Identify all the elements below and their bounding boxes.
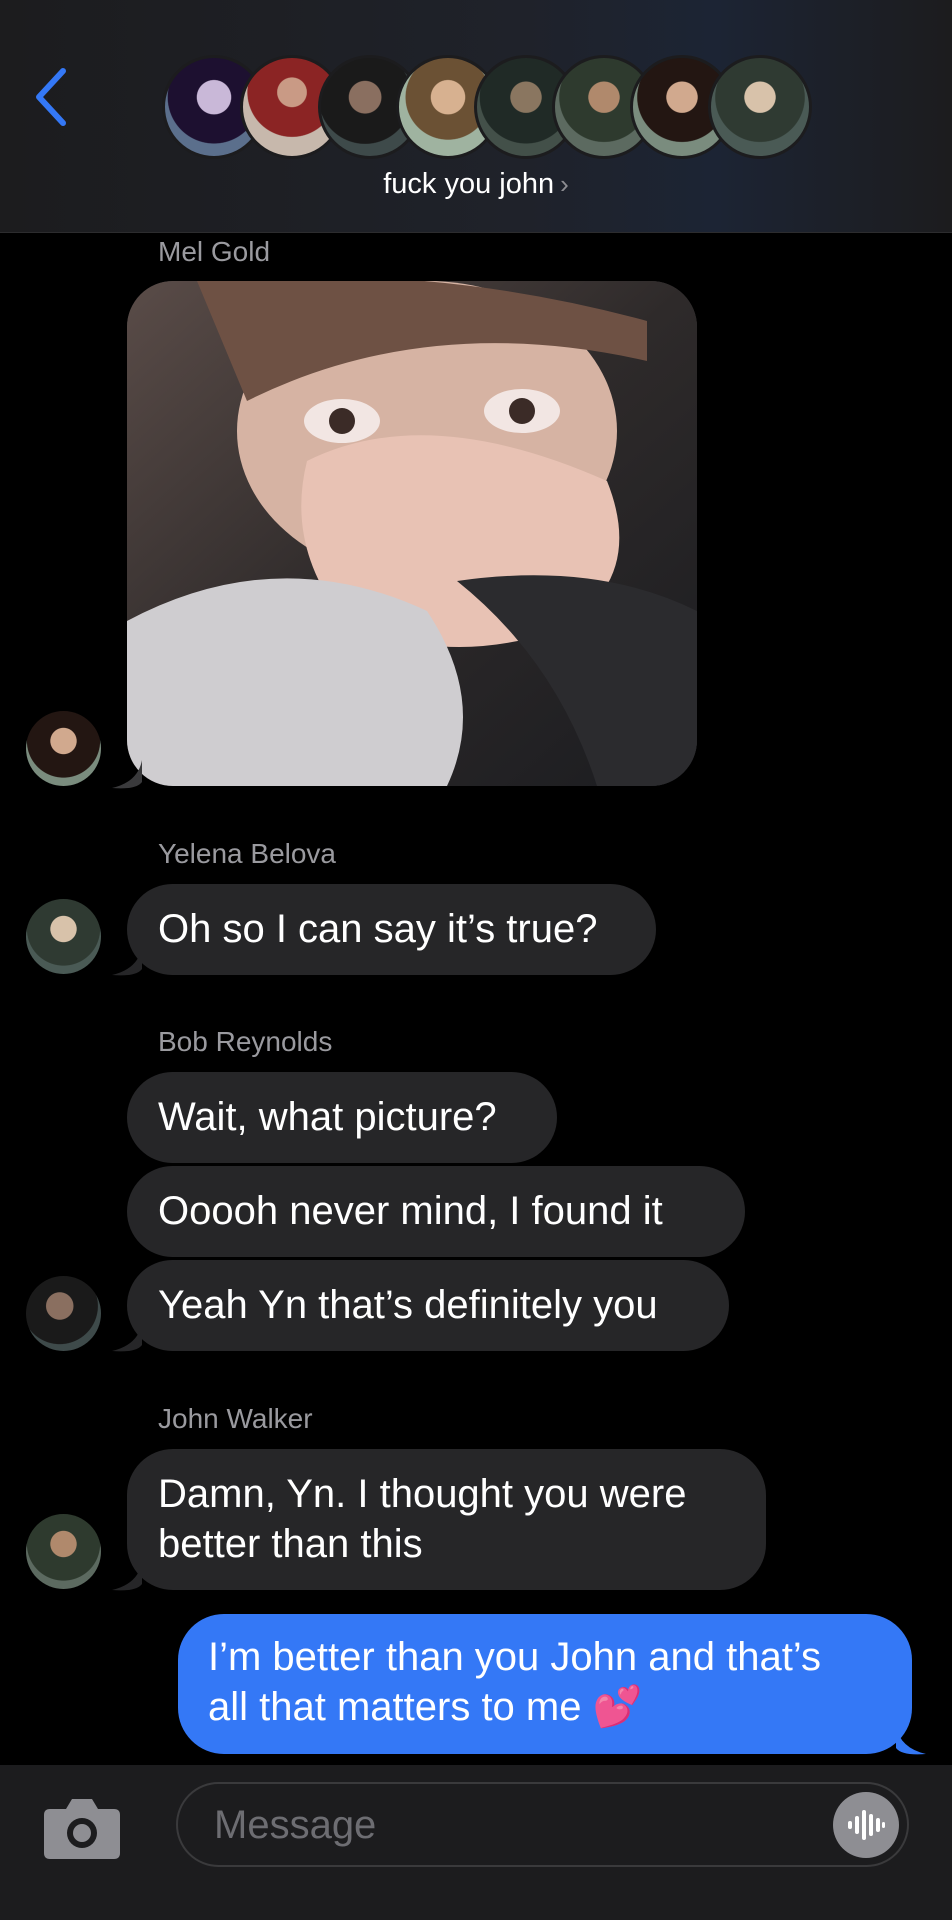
avatar-mel-gold[interactable]: [26, 711, 101, 786]
message-text: Ooooh never mind, I found it: [158, 1189, 663, 1233]
bubble-tail: [112, 947, 142, 976]
message-line: I’m better than you John and that’s: [208, 1635, 821, 1679]
message-line: better than this: [158, 1522, 423, 1566]
reaction-photo[interactable]: [127, 281, 697, 786]
message-bubble[interactable]: Oh so I can say it’s true?: [127, 884, 656, 975]
message-bubble[interactable]: Wait, what picture?: [127, 1072, 557, 1163]
bubble-tail: [112, 760, 142, 789]
group-name-button[interactable]: fuck you john ›: [0, 168, 952, 201]
chevron-right-icon: ›: [560, 169, 569, 199]
message-bubble[interactable]: Damn, Yn. I thought you were better than…: [127, 1449, 766, 1590]
message-text: Wait, what picture?: [158, 1095, 497, 1139]
message-input-container[interactable]: [176, 1782, 909, 1867]
message-bubble[interactable]: Yeah Yn that’s definitely you: [127, 1260, 729, 1351]
two-hearts-emoji: 💕: [592, 1685, 643, 1729]
outgoing-message-bubble[interactable]: I’m better than you John and that’s all …: [178, 1614, 912, 1754]
conversation-header: fuck you john ›: [0, 0, 952, 233]
message-bubble[interactable]: Ooooh never mind, I found it: [127, 1166, 745, 1257]
message-input[interactable]: [212, 1784, 796, 1867]
bubble-tail: [112, 1323, 142, 1352]
avatar-bob-reynolds[interactable]: [26, 1276, 101, 1351]
back-button[interactable]: [26, 62, 76, 132]
camera-icon: [44, 1799, 120, 1859]
sender-name-bob-reynolds: Bob Reynolds: [158, 1026, 333, 1057]
audio-message-button[interactable]: [833, 1792, 899, 1858]
group-avatars[interactable]: [162, 55, 812, 159]
message-line: Damn, Yn. I thought you were: [158, 1472, 687, 1516]
bubble-tail: [112, 1562, 142, 1591]
waveform-icon: [848, 1810, 885, 1840]
message-composer: [0, 1765, 952, 1920]
message-text: Yeah Yn that’s definitely you: [158, 1283, 658, 1327]
group-name-label: fuck you john: [383, 168, 555, 200]
photo-image: [127, 281, 697, 786]
sender-name-john-walker: John Walker: [158, 1403, 313, 1434]
sender-name-yelena-belova: Yelena Belova: [158, 838, 337, 869]
avatar-john-walker[interactable]: [26, 1514, 101, 1589]
group-avatar-8: [708, 55, 812, 159]
avatar-yelena-belova[interactable]: [26, 899, 101, 974]
sender-name-mel-gold: Mel Gold: [158, 236, 271, 267]
message-text: Oh so I can say it’s true?: [158, 907, 598, 951]
camera-button[interactable]: [42, 1795, 122, 1861]
message-line: all that matters to me: [208, 1685, 582, 1729]
chevron-left-icon: [36, 68, 66, 126]
bubble-tail: [896, 1726, 926, 1755]
